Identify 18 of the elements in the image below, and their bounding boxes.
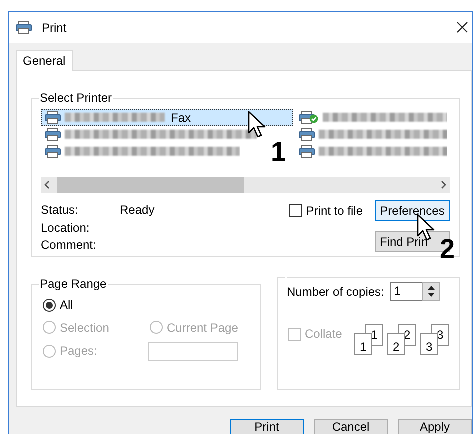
page-sheet: 3 [420,333,438,355]
radio-label: Pages: [60,344,98,358]
group-title: Page Range [39,277,108,291]
status-label: Status: [41,202,80,219]
status-label: Location: [41,220,91,236]
group-title: Select Printer [39,91,114,105]
page-sheet: 1 [354,333,372,355]
radio-label: All [60,298,74,312]
copies-label: Number of copies: [287,284,384,298]
window-title: Print [42,20,67,34]
status-label: Comment: [41,237,98,254]
radio-label: Current Page [167,320,238,334]
checkbox-label: Print to file [306,204,363,218]
step-number: 1 [271,141,286,163]
radio-label: Selection [60,320,110,334]
checkbox-label: Collate [305,327,342,341]
page-sheet: 2 [387,333,406,355]
status-value: Ready [120,202,156,219]
